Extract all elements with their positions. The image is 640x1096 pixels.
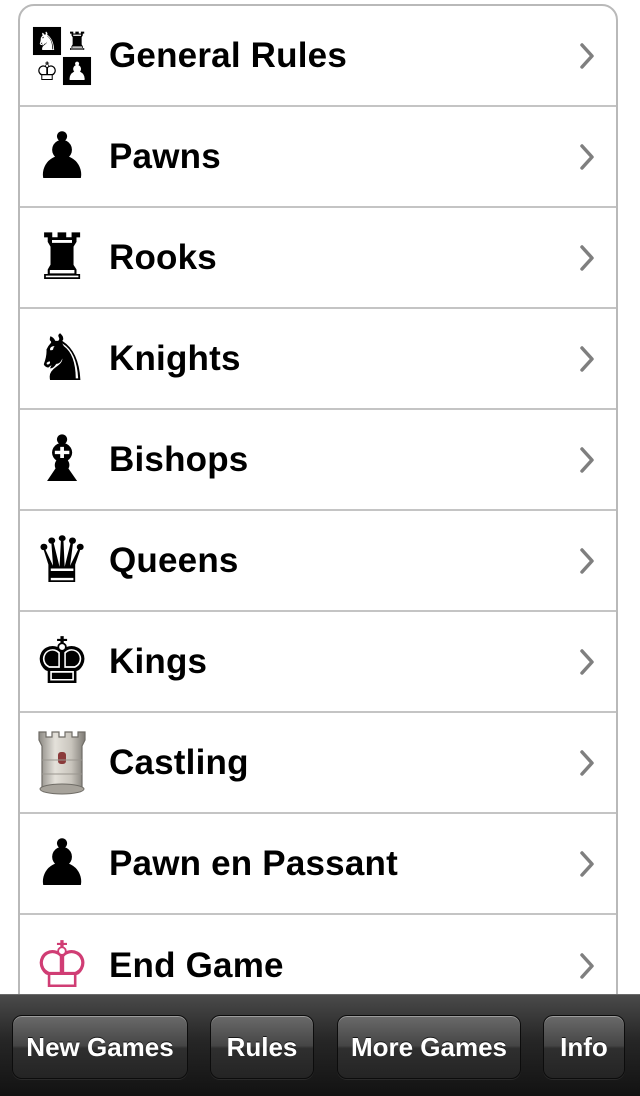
list-item-label: Knights: [109, 338, 241, 378]
list-item-label: End Game: [109, 945, 284, 985]
more-games-button[interactable]: More Games: [337, 1015, 521, 1079]
chevron-right-icon: [580, 648, 594, 675]
castle-tower-icon: [32, 730, 92, 796]
list-item-label: Castling: [109, 742, 249, 782]
rook-icon: ♜: [33, 220, 91, 295]
list-item-label: Kings: [109, 641, 208, 681]
queen-icon: ♛: [33, 523, 91, 598]
list-item-label: Pawn en Passant: [109, 843, 398, 883]
list-item-knights[interactable]: ♞ Knights: [20, 309, 616, 410]
list-item-rooks[interactable]: ♜ Rooks: [20, 208, 616, 309]
knight-icon: ♞: [33, 321, 91, 396]
king-outline-icon: ♔: [33, 928, 91, 1003]
new-games-button[interactable]: New Games: [12, 1015, 188, 1079]
svg-text:♟: ♟: [66, 57, 89, 86]
svg-text:♜: ♜: [66, 27, 89, 56]
chevron-right-icon: [580, 345, 594, 372]
info-button[interactable]: Info: [543, 1015, 625, 1079]
chevron-right-icon: [580, 143, 594, 170]
general-rules-icon: ♞ ♜ ♔ ♟: [32, 23, 92, 89]
list-item-pawn-en-passant[interactable]: ♟ Pawn en Passant: [20, 814, 616, 915]
chevron-right-icon: [580, 850, 594, 877]
list-item-pawns[interactable]: ♟ Pawns: [20, 107, 616, 208]
chevron-right-icon: [580, 749, 594, 776]
chevron-right-icon: [580, 952, 594, 979]
list-item-queens[interactable]: ♛ Queens: [20, 511, 616, 612]
bishop-icon: ♝: [33, 422, 91, 497]
king-icon: ♚: [33, 624, 91, 699]
chevron-right-icon: [580, 244, 594, 271]
chevron-right-icon: [580, 446, 594, 473]
chevron-right-icon: [580, 547, 594, 574]
list-item-bishops[interactable]: ♝ Bishops: [20, 410, 616, 511]
list-item-label: Pawns: [109, 136, 221, 176]
list-item-label: Queens: [109, 540, 239, 580]
list-item-castling[interactable]: Castling: [20, 713, 616, 814]
bottom-toolbar: New Games Rules More Games Info: [0, 994, 640, 1096]
svg-text:♔: ♔: [36, 57, 59, 86]
pawn-icon: ♟: [33, 119, 91, 194]
list-item-general-rules[interactable]: ♞ ♜ ♔ ♟ General Rules: [20, 6, 616, 107]
rules-button[interactable]: Rules: [210, 1015, 314, 1079]
list-item-label: Rooks: [109, 237, 217, 277]
rules-list: ♞ ♜ ♔ ♟ General Rules ♟ Pawns ♜ Rooks ♞ …: [18, 4, 618, 1024]
list-item-kings[interactable]: ♚ Kings: [20, 612, 616, 713]
list-item-label: Bishops: [109, 439, 249, 479]
list-item-label: General Rules: [109, 35, 347, 75]
svg-text:♞: ♞: [36, 27, 59, 56]
chevron-right-icon: [580, 42, 594, 69]
pawn-icon: ♟: [33, 826, 91, 901]
